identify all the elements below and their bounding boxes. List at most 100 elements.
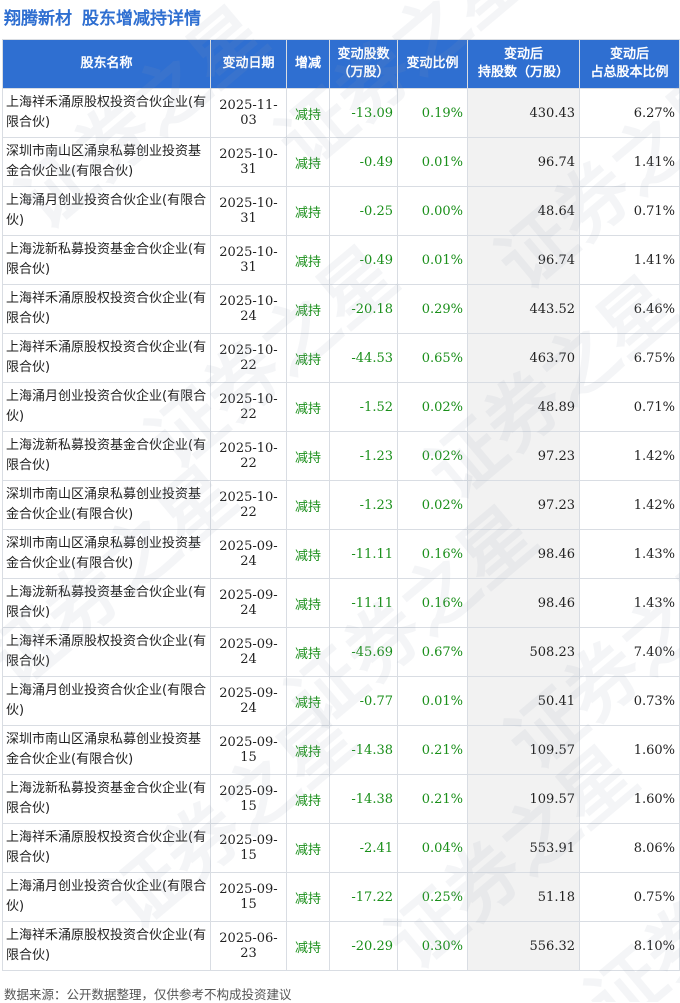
col-header-name: 股东名称 [2,39,211,89]
change-type-cell: 减持 [286,235,330,285]
change-ratio-cell: 0.21% [397,725,468,775]
change-shares-cell: -11.11 [329,578,398,628]
table-row: 上海涌月创业投资合伙企业(有限合伙) 2025-09-15 减持 -17.22 0.25… [2,872,680,922]
col-header-change-l2: （万股） [337,65,390,80]
change-ratio-cell: 0.04% [397,823,468,873]
holding-pct-cell: 0.73% [579,676,680,726]
table-row: 上海涌月创业投资合伙企业(有限合伙) 2025-10-22 减持 -1.52 0.02%… [2,382,680,432]
change-shares-cell: -11.11 [329,529,398,579]
change-shares-cell: -1.52 [329,382,398,432]
table-row: 上海泷新私募投资基金合伙企业(有限合伙) 2025-09-24 减持 -11.11 0.… [2,578,680,628]
col-header-pct-l1: 变动后 [609,47,649,62]
change-ratio-cell: 0.01% [397,235,468,285]
col-header-ratio: 变动比例 [397,39,468,89]
shareholder-name-cell: 上海祥禾涌原股权投资合伙企业(有限合伙) [2,88,211,138]
change-ratio-cell: 0.02% [397,431,468,481]
change-date-cell: 2025-09-24 [210,529,287,579]
change-shares-cell: -0.49 [329,235,398,285]
change-ratio-cell: 0.16% [397,529,468,579]
change-shares-cell: -13.09 [329,88,398,138]
holding-after-cell: 98.46 [467,529,580,579]
change-ratio-cell: 0.65% [397,333,468,383]
col-header-change: 变动股数 （万股） [329,39,398,89]
change-type-cell: 减持 [286,921,330,971]
change-date-cell: 2025-11-03 [210,88,287,138]
change-type-cell: 减持 [286,480,330,530]
table-row: 上海祥禾涌原股权投资合伙企业(有限合伙) 2025-10-24 减持 -20.18 0.… [2,284,680,334]
holding-after-cell: 48.89 [467,382,580,432]
holding-pct-cell: 6.27% [579,88,680,138]
table-row: 上海祥禾涌原股权投资合伙企业(有限合伙) 2025-11-03 减持 -13.09 0.… [2,88,680,138]
change-type-cell: 减持 [286,823,330,873]
table-row: 上海泷新私募投资基金合伙企业(有限合伙) 2025-09-15 减持 -14.38 0.… [2,774,680,824]
holding-pct-cell: 0.75% [579,872,680,922]
change-type-cell: 减持 [286,774,330,824]
change-type-cell: 减持 [286,137,330,187]
change-type-cell: 减持 [286,578,330,628]
change-date-cell: 2025-10-22 [210,431,287,481]
stock-name: 翔腾新材 [4,9,72,29]
table-row: 上海泷新私募投资基金合伙企业(有限合伙) 2025-10-22 减持 -1.23 0.0… [2,431,680,481]
holding-after-cell: 430.43 [467,88,580,138]
table-row: 上海涌月创业投资合伙企业(有限合伙) 2025-09-24 减持 -0.77 0.01%… [2,676,680,726]
change-ratio-cell: 0.29% [397,284,468,334]
shareholder-name-cell: 上海涌月创业投资合伙企业(有限合伙) [2,676,211,726]
col-header-change-l1: 变动股数 [337,47,390,62]
holding-pct-cell: 1.43% [579,529,680,579]
holding-pct-cell: 8.10% [579,921,680,971]
change-shares-cell: -45.69 [329,627,398,677]
shareholder-name-cell: 深圳市南山区涌泉私募创业投资基金合伙企业(有限合伙) [2,529,211,579]
change-type-cell: 减持 [286,872,330,922]
table-row: 上海祥禾涌原股权投资合伙企业(有限合伙) 2025-06-23 减持 -20.29 0.… [2,921,680,971]
holding-after-cell: 463.70 [467,333,580,383]
change-date-cell: 2025-09-15 [210,823,287,873]
shareholder-name-cell: 上海祥禾涌原股权投资合伙企业(有限合伙) [2,823,211,873]
holding-after-cell: 50.41 [467,676,580,726]
change-type-cell: 减持 [286,676,330,726]
change-shares-cell: -1.23 [329,431,398,481]
change-shares-cell: -44.53 [329,333,398,383]
holding-after-cell: 443.52 [467,284,580,334]
change-date-cell: 2025-09-15 [210,872,287,922]
change-ratio-cell: 0.67% [397,627,468,677]
change-date-cell: 2025-06-23 [210,921,287,971]
holding-pct-cell: 0.71% [579,186,680,236]
change-type-cell: 减持 [286,529,330,579]
holding-after-cell: 508.23 [467,627,580,677]
change-type-cell: 减持 [286,88,330,138]
change-ratio-cell: 0.25% [397,872,468,922]
table-row: 深圳市南山区涌泉私募创业投资基金合伙企业(有限合伙) 2025-10-31 减持 -0… [2,137,680,187]
change-type-cell: 减持 [286,186,330,236]
holding-after-cell: 97.23 [467,431,580,481]
col-header-pct-l2: 占总股本比例 [590,65,669,80]
shareholder-change-table: 股东名称 变动日期 增减 变动股数 （万股） 变动比例 变动后 持股数（万股） 变动… [2,39,680,971]
col-header-after: 变动后持股数（万股） [467,39,580,89]
change-date-cell: 2025-10-22 [210,333,287,383]
change-ratio-cell: 0.01% [397,676,468,726]
shareholder-name-cell: 深圳市南山区涌泉私募创业投资基金合伙企业(有限合伙) [2,137,211,187]
table-row: 上海祥禾涌原股权投资合伙企业(有限合伙) 2025-09-15 减持 -2.41 0.0… [2,823,680,873]
holding-after-cell: 96.74 [467,235,580,285]
holding-after-cell: 109.57 [467,725,580,775]
shareholder-name-cell: 上海祥禾涌原股权投资合伙企业(有限合伙) [2,333,211,383]
change-ratio-cell: 0.30% [397,921,468,971]
change-date-cell: 2025-10-22 [210,480,287,530]
page-title: 翔腾新材 股东增减持详情 [4,4,201,29]
col-header-after-l1: 变动后 [503,47,543,62]
table-row: 深圳市南山区涌泉私募创业投资基金合伙企业(有限合伙) 2025-10-22 减持 -1… [2,480,680,530]
change-shares-cell: -14.38 [329,774,398,824]
holding-after-cell: 51.18 [467,872,580,922]
table-row: 上海祥禾涌原股权投资合伙企业(有限合伙) 2025-10-22 减持 -44.53 0.… [2,333,680,383]
shareholder-name-cell: 深圳市南山区涌泉私募创业投资基金合伙企业(有限合伙) [2,480,211,530]
change-date-cell: 2025-09-24 [210,578,287,628]
col-header-after-l2: 持股数（万股） [477,65,569,80]
holding-pct-cell: 1.41% [579,137,680,187]
change-ratio-cell: 0.02% [397,480,468,530]
change-shares-cell: -17.22 [329,872,398,922]
shareholder-name-cell: 上海泷新私募投资基金合伙企业(有限合伙) [2,774,211,824]
holding-after-cell: 553.91 [467,823,580,873]
col-header-type: 增减 [286,39,330,89]
holding-after-cell: 109.57 [467,774,580,824]
table-row: 上海泷新私募投资基金合伙企业(有限合伙) 2025-10-31 减持 -0.49 0.0… [2,235,680,285]
change-type-cell: 减持 [286,725,330,775]
